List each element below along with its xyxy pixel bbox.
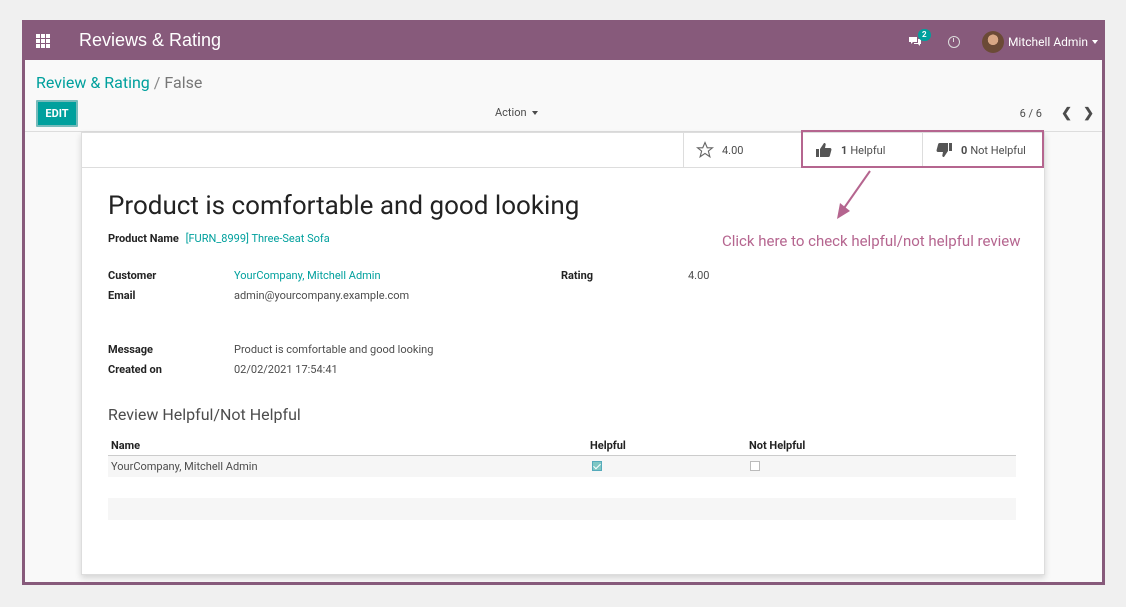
product-field: Product Name [FURN_8999] Three-Seat Sofa: [108, 232, 330, 245]
customer-label: Customer: [108, 269, 157, 282]
column-header-not-helpful[interactable]: Not Helpful: [749, 439, 805, 452]
top-navbar: Reviews & Rating 2 Mitchell Admin: [25, 23, 1102, 60]
email-value: admin@yourcompany.example.com: [234, 289, 410, 302]
table-row[interactable]: YourCompany, Mitchell Admin: [108, 456, 1016, 478]
column-header-helpful[interactable]: Helpful: [590, 439, 626, 452]
not-helpful-label: Not Helpful: [970, 143, 1026, 157]
table-empty-row: [108, 498, 1016, 520]
record-title: Product is comfortable and good looking: [108, 191, 580, 221]
apps-menu-icon[interactable]: [36, 34, 50, 48]
not-helpful-count: 0: [961, 143, 968, 157]
table-header: Name Helpful Not Helpful: [108, 435, 1016, 456]
helpful-checkbox[interactable]: [592, 461, 602, 471]
action-dropdown[interactable]: Action: [495, 106, 538, 119]
rating-stat-button[interactable]: 4.00: [683, 133, 802, 167]
smart-button-box: 4.00 1 Helpful 0 Not Helpful: [82, 130, 1044, 168]
pager-previous-icon[interactable]: ❮: [1061, 106, 1072, 121]
thumbs-up-icon: [816, 143, 832, 157]
rating-label: Rating: [561, 269, 594, 282]
row-name: YourCompany, Mitchell Admin: [111, 460, 258, 473]
column-header-name[interactable]: Name: [111, 439, 140, 452]
helpful-table: Name Helpful Not Helpful YourCompany, Mi…: [108, 435, 1016, 520]
rating-value: 4.00: [688, 269, 710, 282]
not-helpful-stat-button[interactable]: 0 Not Helpful: [922, 133, 1044, 167]
chevron-down-icon: [531, 110, 538, 115]
edit-button[interactable]: EDIT: [36, 100, 78, 127]
breadcrumb-current: False: [164, 73, 203, 92]
message-label: Message: [108, 343, 153, 356]
created-on-value: 02/02/2021 17:54:41: [234, 363, 338, 376]
message-value: Product is comfortable and good looking: [234, 343, 434, 356]
product-link[interactable]: [FURN_8999] Three-Seat Sofa: [186, 232, 330, 245]
annotation-text: Click here to check helpful/not helpful …: [722, 232, 1021, 250]
user-name[interactable]: Mitchell Admin: [1008, 35, 1088, 49]
helpful-label: Helpful: [850, 143, 886, 157]
not-helpful-checkbox[interactable]: [750, 461, 760, 471]
helpful-count: 1: [841, 143, 848, 157]
app-title[interactable]: Reviews & Rating: [79, 30, 221, 51]
breadcrumb-separator: /: [153, 73, 161, 92]
helpful-section-title: Review Helpful/Not Helpful: [108, 405, 301, 424]
action-label: Action: [495, 106, 527, 119]
pager-next-icon[interactable]: ❯: [1083, 106, 1094, 121]
breadcrumb: Review & Rating / False: [36, 73, 202, 92]
user-menu-caret-icon[interactable]: [1092, 39, 1098, 44]
annotation-arrow-icon: [837, 170, 871, 219]
chat-icon[interactable]: 2: [908, 28, 931, 48]
email-label: Email: [108, 289, 136, 302]
form-sheet: 4.00 1 Helpful 0 Not Helpful Product is …: [81, 130, 1045, 575]
avatar[interactable]: [981, 30, 1004, 53]
star-icon: [696, 141, 714, 159]
helpful-stat-button[interactable]: 1 Helpful: [802, 133, 922, 167]
thumbs-down-icon: [936, 143, 952, 157]
pager-value[interactable]: 6 / 6: [1020, 107, 1042, 120]
chat-count-badge: 2: [917, 28, 931, 41]
breadcrumb-parent[interactable]: Review & Rating: [36, 73, 150, 92]
app-window: Reviews & Rating 2 Mitchell Admin Review…: [22, 20, 1105, 585]
product-label: Product Name: [108, 232, 179, 245]
rating-stat-value: 4.00: [722, 143, 744, 157]
created-on-label: Created on: [108, 363, 162, 376]
activity-clock-icon[interactable]: [947, 35, 960, 48]
customer-link[interactable]: YourCompany, Mitchell Admin: [234, 269, 381, 282]
